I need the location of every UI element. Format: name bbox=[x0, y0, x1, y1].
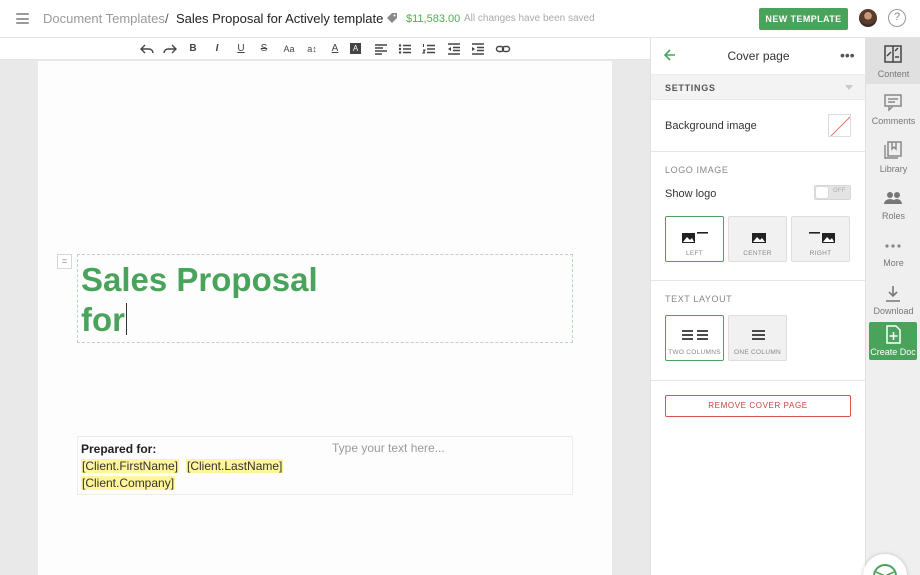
save-status: All changes have been saved bbox=[464, 13, 595, 24]
rail-comments[interactable]: Comments bbox=[866, 86, 920, 132]
one-column-label: ONE COLUMN bbox=[733, 349, 782, 356]
panel-title: Cover page bbox=[727, 49, 790, 63]
title-line-2-wrap: for bbox=[81, 300, 318, 340]
link-icon[interactable] bbox=[495, 42, 511, 56]
text-layout-label: TEXT LAYOUT bbox=[665, 294, 733, 304]
text-color-icon[interactable]: A bbox=[327, 42, 343, 56]
rail-download[interactable]: Download bbox=[866, 278, 920, 324]
top-header: Document Templates / Sales Proposal for … bbox=[0, 0, 920, 38]
panel-more-icon[interactable]: ••• bbox=[840, 47, 855, 63]
outdent-icon[interactable] bbox=[446, 42, 462, 56]
logo-position-left[interactable]: LEFT bbox=[665, 216, 724, 262]
formatting-toolbar: B I U S Aa a↕ A A bbox=[0, 38, 650, 60]
undo-icon[interactable] bbox=[139, 42, 155, 56]
divider bbox=[651, 280, 866, 281]
title-line-2: for bbox=[81, 301, 125, 338]
text-placeholder[interactable]: Type your text here... bbox=[332, 441, 445, 455]
logo-position-center[interactable]: CENTER bbox=[728, 216, 787, 262]
divider bbox=[651, 380, 866, 381]
rail-roles-label: Roles bbox=[881, 211, 905, 221]
toggle-state: OFF bbox=[833, 188, 846, 194]
prepared-for-block[interactable]: Prepared for: [Client.FirstName] [Client… bbox=[77, 436, 573, 495]
panel-header: Cover page ••• bbox=[651, 38, 866, 74]
italic-icon[interactable]: I bbox=[209, 42, 225, 56]
user-avatar[interactable] bbox=[859, 9, 877, 27]
indent-icon[interactable] bbox=[470, 42, 486, 56]
token-client-lastname[interactable]: [Client.LastName] bbox=[186, 459, 284, 473]
cover-title[interactable]: Sales Proposal for bbox=[81, 260, 318, 340]
font-size-icon[interactable]: Aa bbox=[281, 42, 297, 56]
settings-section-header[interactable]: SETTINGS bbox=[651, 74, 866, 100]
line-height-icon[interactable]: a↕ bbox=[304, 42, 320, 56]
layout-one-column[interactable]: ONE COLUMN bbox=[728, 315, 787, 361]
line-height-glyph: a bbox=[307, 44, 313, 54]
bold-icon[interactable]: B bbox=[185, 42, 201, 56]
bullet-list-icon[interactable] bbox=[397, 42, 413, 56]
strikethrough-icon[interactable]: S bbox=[256, 42, 272, 56]
collapse-caret-icon bbox=[845, 85, 853, 90]
block-drag-handle[interactable]: = bbox=[57, 254, 72, 269]
logo-left-label: LEFT bbox=[685, 250, 704, 257]
toggle-knob bbox=[816, 187, 828, 198]
background-image-picker[interactable] bbox=[828, 114, 851, 137]
rail-download-label: Download bbox=[873, 306, 914, 316]
rail-library-label: Library bbox=[879, 164, 908, 174]
rail-comments-label: Comments bbox=[871, 116, 916, 126]
chat-widget-icon bbox=[873, 564, 897, 575]
numbered-list-icon[interactable] bbox=[421, 42, 437, 56]
content-icon bbox=[884, 45, 902, 63]
divider bbox=[651, 151, 866, 152]
document-price: $11,583.00 bbox=[406, 13, 461, 25]
rail-library[interactable]: Library bbox=[866, 134, 920, 180]
rail-content-label: Content bbox=[877, 69, 910, 79]
new-template-button[interactable]: NEW TEMPLATE bbox=[759, 8, 848, 30]
prepared-for-label: Prepared for: bbox=[81, 442, 157, 456]
roles-icon bbox=[884, 192, 902, 204]
rail-roles[interactable]: Roles bbox=[866, 182, 920, 228]
breadcrumb-separator: / bbox=[165, 11, 169, 26]
token-client-firstname[interactable]: [Client.FirstName] bbox=[81, 459, 180, 473]
logo-position-right[interactable]: RIGHT bbox=[791, 216, 850, 262]
library-icon bbox=[884, 141, 902, 159]
highlight-icon[interactable]: A bbox=[350, 43, 361, 54]
document-title[interactable]: Sales Proposal for Actively template bbox=[176, 11, 383, 26]
help-icon[interactable]: ? bbox=[888, 9, 906, 27]
two-columns-label: TWO COLUMNS bbox=[668, 349, 721, 356]
token-client-company[interactable]: [Client.Company] bbox=[81, 476, 176, 490]
price-tag-icon bbox=[387, 13, 397, 23]
breadcrumb-root[interactable]: Document Templates bbox=[43, 11, 165, 26]
rail-more[interactable]: More bbox=[866, 230, 920, 276]
text-cursor bbox=[126, 303, 127, 335]
comments-icon bbox=[884, 94, 902, 112]
show-logo-label: Show logo bbox=[665, 188, 717, 200]
chat-widget-button[interactable] bbox=[863, 554, 907, 575]
cover-page-panel: Cover page ••• SETTINGS Background image… bbox=[650, 38, 866, 575]
underline-icon[interactable]: U bbox=[233, 42, 249, 56]
logo-center-label: CENTER bbox=[743, 250, 772, 257]
create-doc-button[interactable]: Create Doc bbox=[869, 322, 917, 360]
cover-title-block[interactable]: Sales Proposal for bbox=[77, 254, 573, 343]
title-line-1: Sales Proposal bbox=[81, 261, 318, 298]
create-doc-label: Create Doc bbox=[870, 347, 916, 357]
layout-two-columns[interactable]: TWO COLUMNS bbox=[665, 315, 724, 361]
menu-icon[interactable] bbox=[16, 13, 29, 24]
redo-icon[interactable] bbox=[162, 42, 178, 56]
remove-cover-page-button[interactable]: REMOVE COVER PAGE bbox=[665, 395, 851, 417]
background-image-label: Background image bbox=[665, 120, 757, 132]
rail-more-label: More bbox=[883, 258, 904, 268]
align-left-icon[interactable] bbox=[373, 42, 389, 56]
rail-content[interactable]: Content bbox=[866, 38, 920, 84]
logo-image-label: LOGO IMAGE bbox=[665, 165, 729, 175]
download-icon bbox=[886, 286, 900, 302]
create-doc-icon bbox=[886, 325, 901, 344]
logo-right-label: RIGHT bbox=[809, 250, 832, 257]
more-icon bbox=[885, 244, 901, 248]
right-rail: Content Comments Library Roles More Down… bbox=[865, 38, 920, 575]
settings-label: SETTINGS bbox=[665, 83, 716, 93]
show-logo-toggle[interactable]: OFF bbox=[814, 185, 851, 200]
empty-swatch-icon bbox=[830, 116, 850, 136]
